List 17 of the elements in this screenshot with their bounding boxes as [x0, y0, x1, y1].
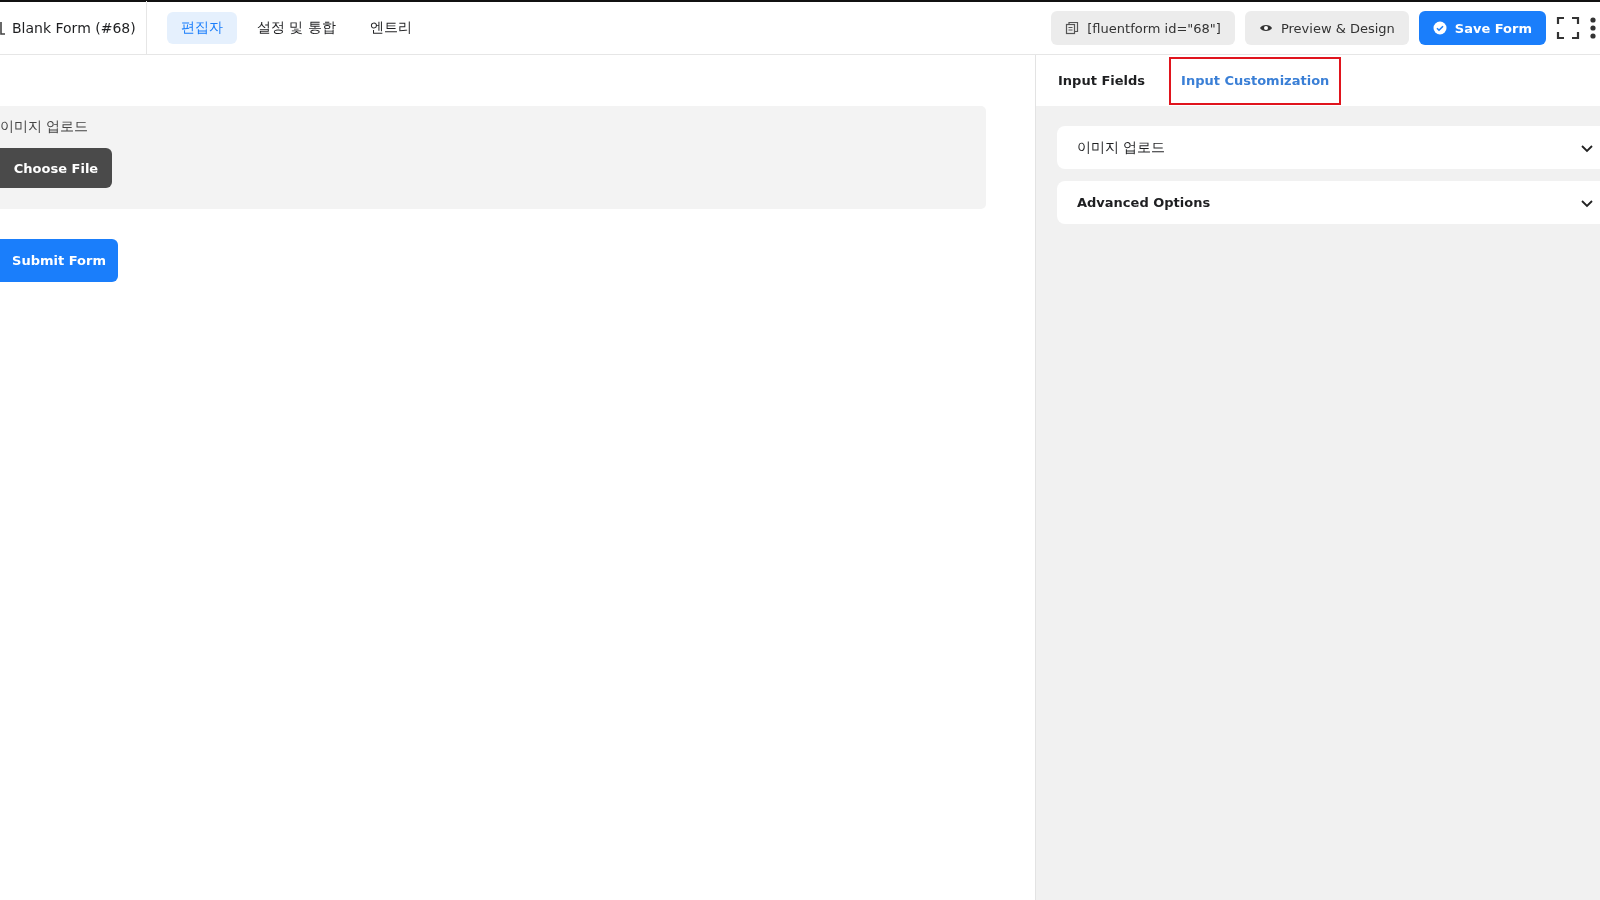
fullscreen-icon[interactable]: [1556, 16, 1580, 40]
choose-file-button[interactable]: Choose File: [0, 148, 112, 188]
submit-button[interactable]: Submit Form: [0, 239, 118, 282]
shortcode-button[interactable]: [fluentform id="68"]: [1051, 11, 1235, 45]
panel-tab[interactable]: Input Fields: [1046, 56, 1158, 105]
nav-tab[interactable]: 엔트리: [355, 12, 426, 44]
preview-button[interactable]: Preview & Design: [1244, 11, 1409, 45]
panel-tab[interactable]: Input Customization: [1169, 56, 1342, 105]
accordion-header[interactable]: Advanced Options: [1057, 181, 1600, 224]
save-button[interactable]: Save Form: [1418, 11, 1546, 45]
nav-tab[interactable]: 설정 및 통합: [242, 12, 350, 44]
accordion-header[interactable]: 이미지 업로드: [1057, 126, 1600, 169]
form-title: Blank Form (#68): [12, 1, 147, 55]
copy-icon: [1065, 21, 1080, 35]
more-icon[interactable]: [1590, 17, 1596, 39]
field-label: 이미지 업로드: [0, 118, 90, 136]
check-circle-icon: [1432, 21, 1447, 35]
